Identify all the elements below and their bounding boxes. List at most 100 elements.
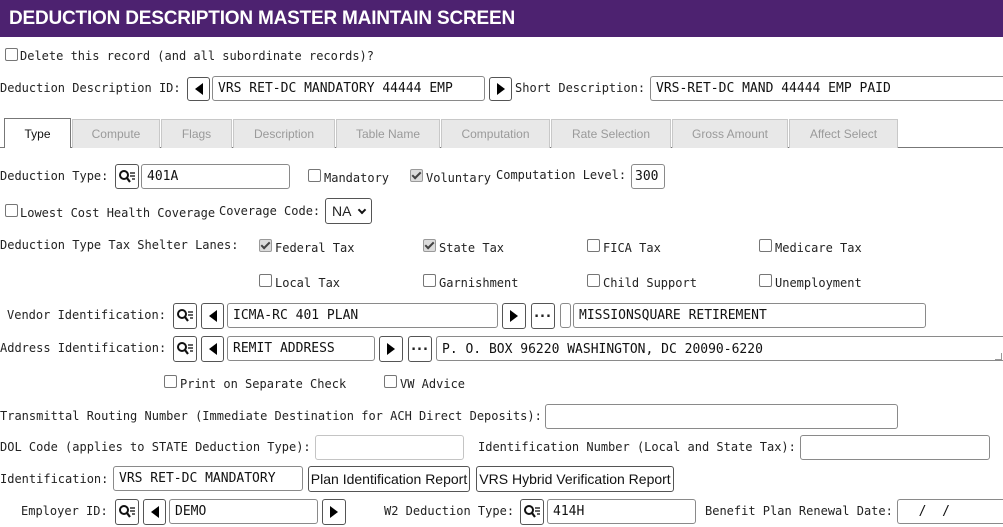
coverage-code-value: NA — [332, 203, 352, 219]
fica-tax-label: FICA Tax — [603, 241, 661, 255]
search-list-icon — [119, 169, 135, 183]
triangle-right-icon — [330, 506, 338, 518]
dol-code-field[interactable] — [315, 435, 464, 460]
triangle-left-icon — [208, 310, 217, 322]
vendor-more-button[interactable]: ... — [531, 303, 555, 329]
transmittal-routing-label: Transmittal Routing Number (Immediate De… — [0, 409, 542, 423]
triangle-right-icon — [510, 310, 518, 322]
print-separate-check-label: Print on Separate Check — [180, 377, 347, 391]
benefit-plan-renewal-date-field[interactable]: / / — [897, 499, 1003, 524]
ellipsis-icon: ... — [411, 338, 429, 354]
w2-deduction-type-label: W2 Deduction Type: — [384, 504, 515, 518]
employer-lookup-button[interactable] — [115, 499, 139, 525]
unemployment-checkbox[interactable] — [759, 274, 772, 287]
address-more-button[interactable]: ... — [408, 336, 432, 362]
employer-next-button[interactable] — [322, 499, 346, 525]
address-identification-field[interactable]: REMIT ADDRESS — [227, 336, 375, 361]
vendor-lookup-button[interactable] — [173, 303, 197, 329]
benefit-plan-renewal-date-label: Benefit Plan Renewal Date: — [705, 504, 893, 518]
search-list-icon — [524, 505, 540, 518]
garnishment-checkbox[interactable] — [423, 274, 436, 287]
mandatory-checkbox[interactable] — [308, 169, 321, 182]
employer-id-field[interactable]: DEMO — [169, 499, 318, 524]
search-list-icon — [119, 505, 135, 518]
w2-deduction-type-lookup-button[interactable] — [520, 499, 544, 525]
local-tax-label: Local Tax — [275, 276, 341, 290]
search-list-icon — [177, 342, 193, 355]
address-next-button[interactable] — [379, 336, 403, 362]
deduction-description-id-label: Deduction Description ID: — [0, 81, 181, 95]
voluntary-label: Voluntary — [426, 171, 492, 185]
child-support-checkbox[interactable] — [587, 274, 600, 287]
chevron-down-icon — [358, 205, 367, 214]
next-record-button[interactable] — [489, 77, 512, 101]
unemployment-label: Unemployment — [775, 276, 862, 290]
tab-rate-selection[interactable]: Rate Selection — [551, 119, 671, 148]
tab-table-name[interactable]: Table Name — [336, 119, 440, 148]
vw-advice-label: VW Advice — [400, 377, 466, 391]
deduction-type-field[interactable]: 401A — [141, 164, 290, 189]
tab-type[interactable]: Type — [4, 118, 71, 148]
computation-level-label: Computation Level: — [496, 168, 627, 182]
prev-record-button[interactable] — [187, 77, 210, 101]
screen-title: DEDUCTION DESCRIPTION MASTER MAINTAIN SC… — [0, 0, 1003, 37]
triangle-right-icon — [387, 343, 395, 355]
address-detail-text: P. O. BOX 96220 WASHINGTON, DC 20090-622… — [442, 342, 763, 357]
vendor-name-field[interactable]: MISSIONSQUARE RETIREMENT — [573, 303, 926, 328]
lowest-cost-health-checkbox[interactable] — [5, 204, 18, 217]
vw-advice-checkbox[interactable] — [384, 375, 397, 388]
tab-computation[interactable]: Computation — [441, 119, 550, 148]
triangle-left-icon — [150, 506, 159, 518]
tab-affect-select[interactable]: Affect Select — [789, 119, 898, 148]
tab-description[interactable]: Description — [233, 119, 335, 148]
address-detail-textarea[interactable]: P. O. BOX 96220 WASHINGTON, DC 20090-622… — [436, 336, 1003, 361]
medicare-tax-checkbox[interactable] — [759, 239, 772, 252]
triangle-left-icon — [194, 83, 203, 95]
voluntary-checkbox[interactable] — [410, 169, 423, 182]
triangle-right-icon — [496, 83, 505, 95]
state-tax-checkbox[interactable] — [423, 239, 436, 252]
identification-label: Identification: — [0, 472, 109, 486]
short-description-field[interactable]: VRS-RET-DC MAND 44444 EMP PAID — [650, 76, 1003, 101]
identification-field[interactable]: VRS RET-DC MANDATORY — [113, 466, 303, 491]
employer-id-label: Employer ID: — [21, 504, 108, 518]
computation-level-field[interactable]: 300 — [631, 164, 665, 189]
transmittal-routing-field[interactable] — [545, 404, 898, 429]
plan-identification-report-button[interactable]: Plan Identification Report — [308, 466, 470, 492]
medicare-tax-label: Medicare Tax — [775, 241, 862, 255]
w2-deduction-type-field[interactable]: 414H — [547, 499, 696, 524]
address-prev-button[interactable] — [201, 336, 224, 362]
local-tax-checkbox[interactable] — [259, 274, 272, 287]
vendor-spacer-field — [560, 303, 571, 328]
child-support-label: Child Support — [603, 276, 697, 290]
tab-gross-amount[interactable]: Gross Amount — [672, 119, 788, 148]
federal-tax-checkbox[interactable] — [259, 239, 272, 252]
deduction-type-lookup-button[interactable] — [115, 164, 139, 189]
state-tax-label: State Tax — [439, 241, 505, 255]
tab-flags[interactable]: Flags — [161, 119, 232, 148]
garnishment-label: Garnishment — [439, 276, 519, 290]
deduction-description-id-field[interactable]: VRS RET-DC MANDATORY 44444 EMP — [212, 76, 485, 101]
address-lookup-button[interactable] — [173, 336, 197, 362]
ellipsis-icon: ... — [534, 305, 552, 321]
vendor-next-button[interactable] — [502, 303, 526, 329]
short-description-label: Short Description: — [515, 81, 646, 95]
fica-tax-checkbox[interactable] — [587, 239, 600, 252]
resize-grip-icon[interactable] — [995, 353, 1002, 360]
vendor-identification-field[interactable]: ICMA-RC 401 PLAN — [227, 303, 498, 328]
address-identification-label: Address Identification: — [0, 341, 167, 355]
dol-code-label: DOL Code (applies to STATE Deduction Typ… — [0, 440, 311, 454]
vrs-hybrid-verification-report-button[interactable]: VRS Hybrid Verification Report — [476, 466, 674, 492]
delete-record-checkbox[interactable] — [5, 48, 18, 61]
search-list-icon — [177, 309, 193, 322]
lowest-cost-health-label: Lowest Cost Health Coverage — [20, 206, 216, 220]
identification-number-field[interactable] — [800, 435, 990, 460]
tax-shelter-label: Deduction Type Tax Shelter Lanes: — [0, 238, 239, 252]
coverage-code-select[interactable]: NA — [325, 198, 372, 224]
vendor-identification-label: Vendor Identification: — [7, 308, 166, 322]
tab-compute[interactable]: Compute — [72, 119, 160, 148]
employer-prev-button[interactable] — [143, 499, 166, 525]
vendor-prev-button[interactable] — [201, 303, 224, 329]
print-separate-check-checkbox[interactable] — [164, 375, 177, 388]
mandatory-label: Mandatory — [324, 171, 390, 185]
